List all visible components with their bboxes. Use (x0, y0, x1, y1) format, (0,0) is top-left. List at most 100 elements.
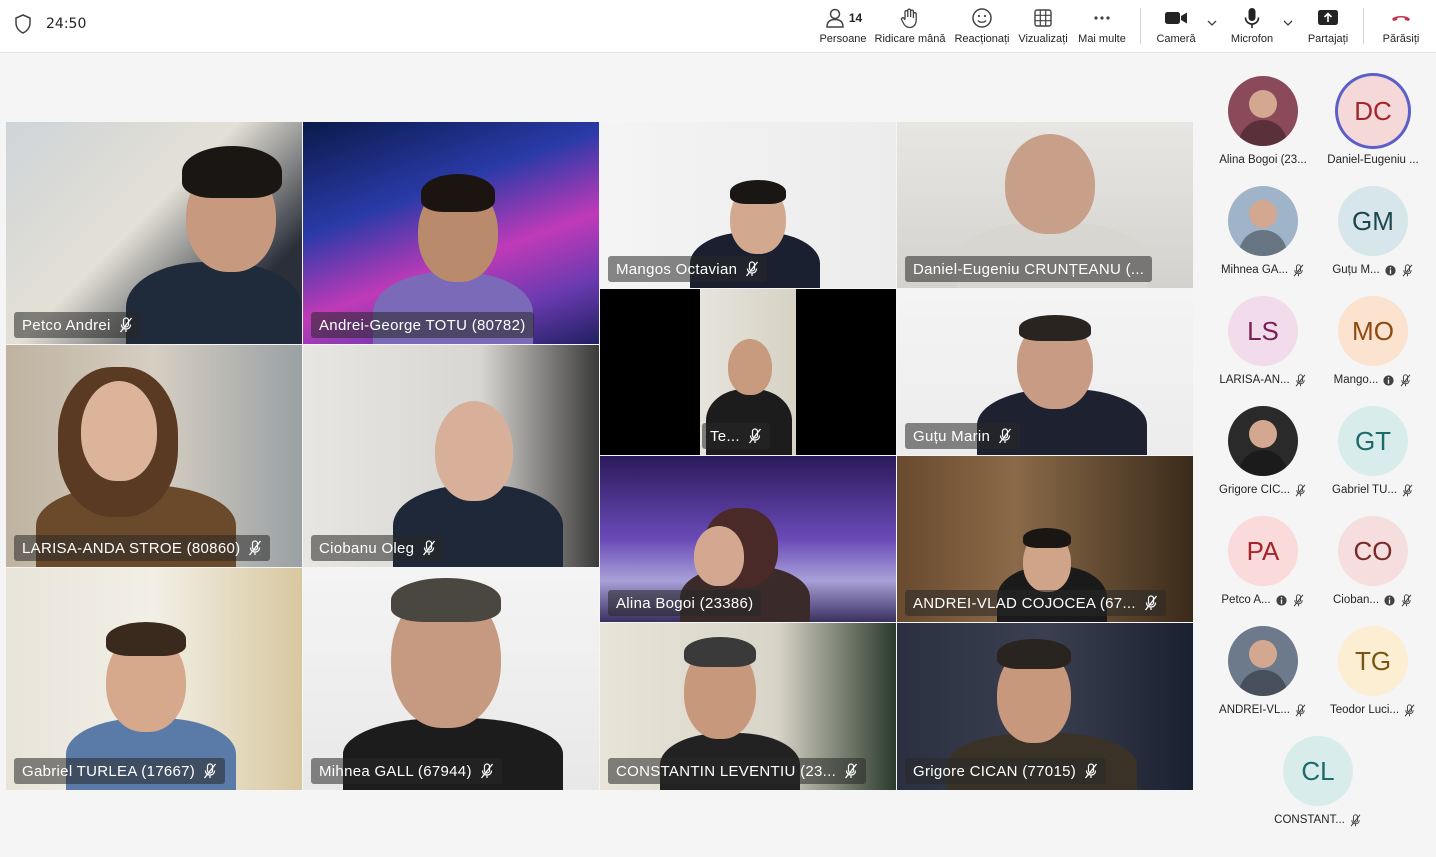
camera-options-chevron-icon[interactable] (1205, 16, 1219, 30)
avatar-initials: MO (1352, 315, 1394, 346)
participant-name-tag: ANDREI-VLAD COJOCEA (67... (905, 590, 1166, 616)
person-head (1005, 134, 1095, 234)
person-hair (684, 637, 756, 667)
participant-name-row: Teodor Luci... (1330, 703, 1416, 717)
camera-button[interactable]: Cameră (1154, 6, 1198, 48)
participant-tile[interactable]: CO Cioban... (1318, 516, 1428, 626)
mic-off-icon (1295, 703, 1306, 717)
participant-name: Teodor Luci... (1329, 704, 1400, 716)
microphone-icon (1244, 8, 1260, 28)
person-head (694, 526, 744, 586)
video-tile[interactable]: Petco Andrei (6, 122, 302, 344)
participant-tile[interactable]: GM Guțu M... (1318, 186, 1428, 296)
participant-name-tag: Alina Bogoi (23386) (608, 590, 762, 616)
avatar (1228, 626, 1298, 696)
smiley-icon (972, 8, 992, 28)
mic-off-icon (480, 763, 493, 779)
react-label: Reacționați (954, 33, 1010, 45)
video-tile[interactable]: Andrei-George TOTU (80782) (303, 122, 599, 344)
person-hair (106, 622, 186, 656)
avatar: LS (1228, 296, 1298, 366)
info-icon (1385, 264, 1396, 276)
avatar-initials: GM (1352, 205, 1394, 236)
participant-name-row: Daniel-Eugeniu ... (1327, 153, 1418, 167)
mic-off-icon (748, 428, 761, 444)
leave-label: Părăsiți (1382, 33, 1420, 45)
people-button[interactable]: 14 Persoane (819, 6, 867, 48)
avatar (1228, 406, 1298, 476)
view-button[interactable]: Vizualizați (1017, 6, 1069, 48)
avatar-initials: GT (1354, 425, 1392, 456)
mic-off-icon (1404, 703, 1415, 717)
video-tile[interactable]: LARISA-ANDA STROE (80860) (6, 345, 302, 567)
leave-button[interactable]: Părăsiți (1378, 6, 1424, 48)
participant-name: ANDREI-VLAD COJOCEA (67... (913, 594, 1136, 612)
avatar: PA (1228, 516, 1298, 586)
avatar-initials: CL (1301, 755, 1335, 786)
video-tile[interactable]: Daniel-Eugeniu CRUNȚEANU (... (897, 122, 1193, 288)
participant-tile[interactable]: LS LARISA-AN... (1208, 296, 1318, 406)
participant-name-tag: Andrei-George TOTU (80782) (311, 312, 534, 338)
person-head (81, 381, 157, 481)
mic-off-icon (746, 261, 759, 277)
participant-tile[interactable]: Grigore CIC... (1208, 406, 1318, 516)
raise-hand-button[interactable]: Ridicare mână (874, 6, 946, 48)
share-button[interactable]: Partajați (1304, 6, 1352, 48)
toolbar-divider (1363, 8, 1364, 44)
mic-off-icon (999, 428, 1012, 444)
avatar-initials: CO (1353, 535, 1393, 566)
participant-name: LARISA-ANDA STROE (80860) (22, 539, 241, 557)
video-tile[interactable]: Guțu Marin (897, 289, 1193, 455)
video-tile[interactable]: Grigore CICAN (77015) (897, 623, 1193, 790)
video-tile[interactable]: Te... (600, 289, 896, 455)
mic-off-icon (119, 317, 132, 333)
hang-up-icon (1392, 16, 1410, 21)
avatar: TG (1338, 626, 1408, 696)
person-hair (1019, 315, 1091, 341)
person-hair (730, 180, 786, 204)
video-tile[interactable]: CONSTANTIN LEVENTIU (23... (600, 623, 896, 790)
raise-hand-label: Ridicare mână (874, 33, 946, 45)
microphone-label: Microfon (1230, 33, 1274, 45)
video-tile[interactable]: Mihnea GALL (67944) (303, 568, 599, 790)
video-tile[interactable]: Mangos Octavian (600, 122, 896, 288)
participant-tile[interactable]: TG Teodor Luci... (1318, 626, 1428, 736)
info-icon (1384, 594, 1395, 606)
participant-name-tag: Mangos Octavian (608, 256, 768, 282)
video-tile[interactable]: Alina Bogoi (23386) (600, 456, 896, 622)
view-label: Vizualizați (1018, 33, 1068, 45)
participant-name: Daniel-Eugeniu CRUNȚEANU (... (913, 260, 1145, 278)
participant-tile[interactable]: CL CONSTANT... (1263, 736, 1373, 846)
participant-name-row: Cioban... (1333, 593, 1413, 607)
microphone-button[interactable]: Microfon (1228, 6, 1276, 48)
participant-tile[interactable]: DC Daniel-Eugeniu ... (1318, 76, 1428, 186)
video-tile[interactable]: Ciobanu Oleg (303, 345, 599, 567)
mic-off-icon (204, 763, 217, 779)
participant-tile[interactable]: GT Gabriel TU... (1318, 406, 1428, 516)
participant-name: Grigore CICAN (77015) (913, 762, 1077, 780)
react-button[interactable]: Reacționați (954, 6, 1010, 48)
video-tile[interactable]: ANDREI-VLAD COJOCEA (67... (897, 456, 1193, 622)
participant-name-row: LARISA-AN... (1219, 373, 1306, 387)
avatar-initials: TG (1354, 645, 1392, 676)
participant-tile[interactable]: MO Mango... (1318, 296, 1428, 406)
participant-tile[interactable]: Alina Bogoi (23... (1208, 76, 1318, 186)
mic-off-icon (249, 540, 262, 556)
info-icon (1276, 594, 1287, 606)
microphone-options-chevron-icon[interactable] (1281, 16, 1295, 30)
more-button[interactable]: Mai multe (1075, 6, 1129, 48)
participant-name-row: Grigore CIC... (1219, 483, 1307, 497)
participant-tile[interactable]: ANDREI-VL... (1208, 626, 1318, 736)
mic-off-icon (1350, 813, 1361, 827)
participant-tile[interactable]: Mihnea GA... (1208, 186, 1318, 296)
participant-name: Guțu Marin (913, 427, 991, 445)
participant-tile[interactable]: PA Petco A... (1208, 516, 1318, 626)
mic-off-icon (423, 540, 436, 556)
avatar-initials: DC (1354, 95, 1392, 126)
participant-name: LARISA-AN... (1219, 374, 1290, 386)
mic-off-icon (1402, 483, 1413, 497)
people-count: 14 (848, 11, 863, 25)
participant-name-tag: Guțu Marin (905, 423, 1021, 449)
video-tile[interactable]: Gabriel TURLEA (17667) (6, 568, 302, 790)
avatar: CO (1338, 516, 1408, 586)
